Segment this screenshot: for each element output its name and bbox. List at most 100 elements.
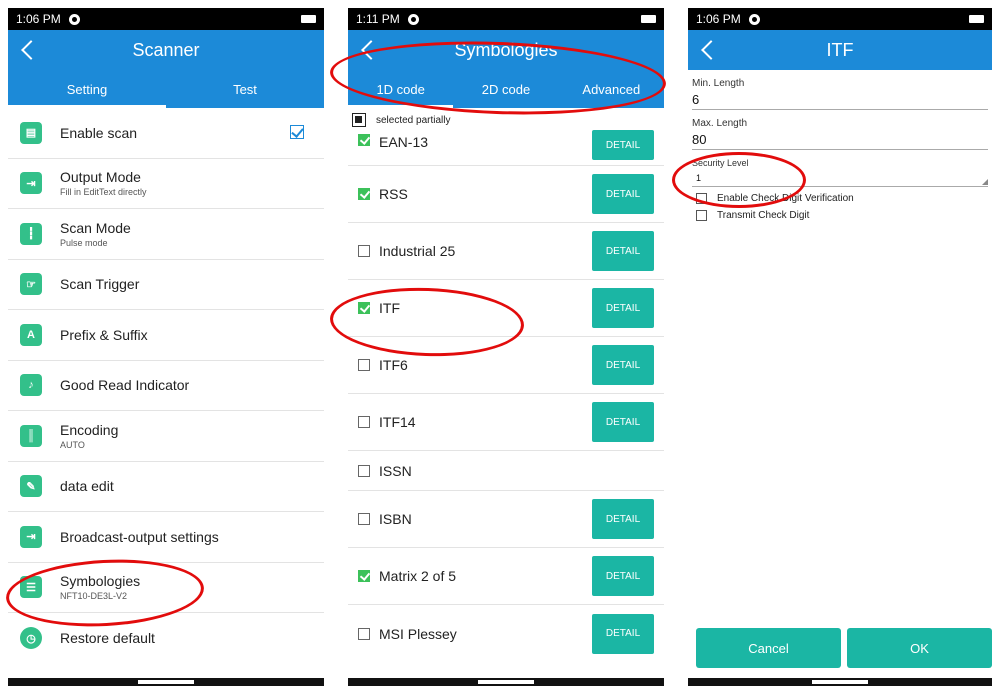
- system-nav-bar: [688, 678, 992, 686]
- encoding-icon: ║: [20, 424, 42, 447]
- symbology-row-isbn[interactable]: ISBN DETAIL: [348, 491, 664, 548]
- option-check-digit-verification[interactable]: Enable Check Digit Verification: [696, 193, 992, 204]
- scan-icon: ▤: [20, 121, 42, 144]
- symbology-checkbox[interactable]: [358, 134, 370, 146]
- setting-title: Encoding: [60, 421, 119, 438]
- setting-good-read-indicator[interactable]: ♪ Good Read Indicator: [8, 361, 324, 411]
- setting-broadcast-output[interactable]: ⇥ Broadcast-output settings: [8, 512, 324, 563]
- back-button[interactable]: [358, 38, 378, 62]
- status-time: 1:06 PM: [16, 12, 61, 26]
- setting-encoding[interactable]: ║ Encoding AUTO: [8, 411, 324, 462]
- security-level-select[interactable]: 1: [692, 168, 988, 187]
- dropdown-arrow-icon: [982, 179, 988, 185]
- detail-button[interactable]: DETAIL: [592, 130, 654, 160]
- trigger-icon: ☞: [20, 273, 42, 296]
- setting-output-mode[interactable]: ⇥ Output Mode Fill in EditText directly: [8, 159, 324, 209]
- setting-title: Scan Trigger: [60, 276, 140, 293]
- back-button[interactable]: [698, 38, 718, 62]
- home-indicator[interactable]: [812, 680, 868, 684]
- symbology-row-rss[interactable]: RSS DETAIL: [348, 166, 664, 223]
- symbology-row-itf[interactable]: ITF DETAIL: [348, 280, 664, 337]
- setting-scan-mode[interactable]: ┇ Scan Mode Pulse mode: [8, 209, 324, 260]
- option-checkbox[interactable]: [696, 210, 707, 221]
- detail-button[interactable]: DETAIL: [592, 402, 654, 442]
- app-notification-icon: [407, 13, 419, 25]
- setting-enable-scan[interactable]: ▤ Enable scan: [8, 108, 324, 159]
- detail-button[interactable]: DETAIL: [592, 288, 654, 328]
- symbology-row-issn[interactable]: ISSN: [348, 451, 664, 491]
- symbology-checkbox[interactable]: [358, 416, 370, 428]
- tab-advanced[interactable]: Advanced: [559, 70, 664, 108]
- ok-button[interactable]: OK: [847, 628, 992, 668]
- max-length-field: Max. Length 80: [688, 118, 992, 150]
- battery-icon: [301, 15, 316, 23]
- select-partial-toggle[interactable]: selected partially: [348, 108, 664, 132]
- symbology-row-itf14[interactable]: ITF14 DETAIL: [348, 394, 664, 451]
- symbology-name: ISSN: [379, 462, 412, 479]
- detail-button[interactable]: DETAIL: [592, 231, 654, 271]
- tab-setting[interactable]: Setting: [8, 70, 166, 108]
- setting-prefix-suffix[interactable]: A Prefix & Suffix: [8, 310, 324, 361]
- detail-button[interactable]: DETAIL: [592, 345, 654, 385]
- symbology-name: ITF14: [379, 414, 416, 430]
- setting-data-edit[interactable]: ✎ data edit: [8, 462, 324, 512]
- setting-title: Symbologies: [60, 573, 141, 590]
- scanner-settings-screen: 1:06 PM Scanner Setting Test ▤ Enable sc…: [8, 8, 324, 686]
- symbology-row-itf6[interactable]: ITF6 DETAIL: [348, 337, 664, 394]
- symbologies-icon: ☰: [20, 576, 42, 599]
- back-button[interactable]: [18, 38, 38, 62]
- partial-checkbox[interactable]: [352, 113, 366, 127]
- setting-title: data edit: [60, 478, 114, 495]
- symbology-checkbox[interactable]: [358, 464, 370, 477]
- symbology-name: ITF: [379, 300, 400, 316]
- symbology-name: RSS: [379, 186, 408, 202]
- enable-scan-checkbox[interactable]: [290, 125, 304, 139]
- symbology-name: Matrix 2 of 5: [379, 568, 457, 584]
- itf-detail-screen: 1:06 PM ITF Min. Length 6 Max. Length 80…: [688, 8, 992, 686]
- home-indicator[interactable]: [478, 680, 534, 684]
- setting-scan-trigger[interactable]: ☞ Scan Trigger: [8, 260, 324, 310]
- system-nav-bar: [8, 678, 324, 686]
- symbology-row-matrix2of5[interactable]: Matrix 2 of 5 DETAIL: [348, 548, 664, 605]
- home-indicator[interactable]: [138, 680, 194, 684]
- option-checkbox[interactable]: [696, 193, 707, 204]
- setting-symbologies[interactable]: ☰ Symbologies NFT10-DE3L-V2: [8, 563, 324, 613]
- symbology-checkbox[interactable]: [358, 570, 370, 582]
- symbology-checkbox[interactable]: [358, 627, 370, 640]
- symbology-row-ean13[interactable]: EAN-13 DETAIL: [348, 130, 664, 166]
- symbology-name: MSI Plessey: [379, 625, 457, 642]
- tab-2d-code[interactable]: 2D code: [453, 70, 558, 108]
- min-length-field: Min. Length 6: [688, 78, 992, 110]
- restore-icon: ◷: [20, 627, 42, 650]
- symbology-row-industrial25[interactable]: Industrial 25 DETAIL: [348, 223, 664, 280]
- output-icon: ⇥: [20, 172, 42, 195]
- detail-button[interactable]: DETAIL: [592, 613, 654, 654]
- symbology-checkbox[interactable]: [358, 245, 370, 257]
- detail-button[interactable]: DETAIL: [592, 499, 654, 539]
- symbology-row-msi-plessey[interactable]: MSI Plessey DETAIL: [348, 605, 664, 662]
- tab-1d-code[interactable]: 1D code: [348, 70, 454, 108]
- setting-subtitle: Pulse mode: [60, 237, 108, 248]
- option-label: Enable Check Digit Verification: [717, 193, 854, 204]
- setting-title: Output Mode: [60, 169, 141, 186]
- cancel-button[interactable]: Cancel: [696, 628, 841, 668]
- setting-title: Broadcast-output settings: [60, 528, 219, 545]
- min-length-input[interactable]: 6: [692, 89, 988, 110]
- symbology-checkbox[interactable]: [358, 302, 370, 314]
- tab-test[interactable]: Test: [166, 70, 324, 108]
- symbology-checkbox[interactable]: [358, 188, 370, 200]
- setting-restore-default[interactable]: ◷ Restore default: [8, 613, 324, 664]
- broadcast-icon: ⇥: [20, 525, 42, 548]
- partial-label: selected partially: [376, 114, 451, 126]
- tab-bar: Setting Test: [8, 70, 324, 108]
- option-transmit-check-digit[interactable]: Transmit Check Digit: [696, 210, 992, 221]
- symbology-checkbox[interactable]: [358, 513, 370, 525]
- indicator-icon: ♪: [20, 374, 42, 397]
- max-length-input[interactable]: 80: [692, 129, 988, 150]
- symbology-checkbox[interactable]: [358, 359, 370, 371]
- symbology-name: ITF6: [379, 357, 408, 373]
- detail-button[interactable]: DETAIL: [592, 556, 654, 596]
- app-bar: ITF: [688, 30, 992, 70]
- detail-button[interactable]: DETAIL: [592, 174, 654, 214]
- app-notification-icon: [68, 13, 80, 25]
